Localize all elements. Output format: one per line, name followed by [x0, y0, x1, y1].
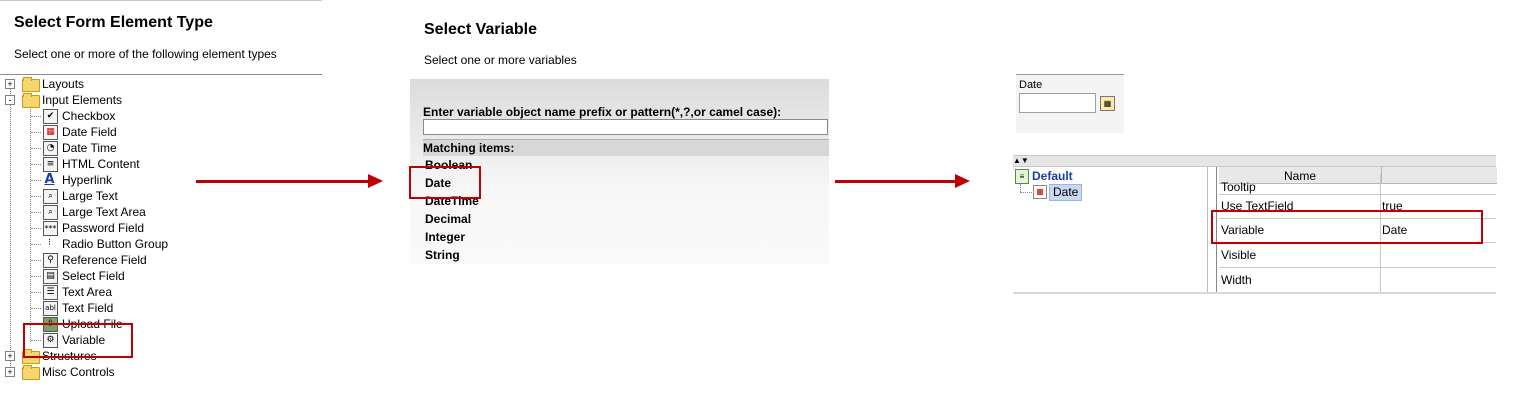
tree-item-date-time[interactable]: ◔ Date Time: [0, 140, 320, 156]
select-field-icon: ▤: [43, 269, 58, 284]
tree-folder-misc-controls[interactable]: + Misc Controls: [0, 364, 320, 380]
element-type-subtitle: Select one or more of the following elem…: [14, 47, 277, 61]
variable-property-highlight-box: [1211, 210, 1483, 244]
flow-arrow-line: [196, 180, 368, 183]
tree-item-label: Text Field: [62, 301, 114, 315]
matching-item-integer[interactable]: Integer: [425, 229, 465, 245]
element-type-title: Select Form Element Type: [14, 14, 213, 31]
select-variable-subtitle: Select one or more variables: [424, 53, 577, 67]
property-name: Visible: [1221, 248, 1257, 262]
date-field-icon: ▦: [43, 125, 58, 140]
matching-item-string[interactable]: String: [425, 247, 460, 263]
property-row-tooltip[interactable]: Tooltip: [1219, 174, 1496, 195]
tree-item-html-content[interactable]: ≡ HTML Content: [0, 156, 320, 172]
tree-item-text-area[interactable]: ☰ Text Area: [0, 284, 320, 300]
tree-root-default[interactable]: Default: [1032, 169, 1073, 183]
checkbox-icon: ✔: [43, 109, 58, 124]
tree-folder-input-elements[interactable]: - Input Elements: [0, 92, 320, 108]
hyperlink-icon: A: [44, 173, 55, 186]
date-time-icon: ◔: [43, 141, 58, 156]
tree-item-label: Hyperlink: [62, 173, 113, 187]
large-text-area-icon: ⌕: [43, 205, 58, 220]
html-content-icon: ≡: [43, 157, 58, 172]
matching-items-label: Matching items:: [423, 141, 515, 155]
prefix-label: Enter variable object name prefix or pat…: [423, 105, 782, 119]
tree-item-label: HTML Content: [62, 157, 140, 171]
tree-folder-layouts[interactable]: + Layouts: [0, 76, 320, 92]
tree-item-label: Date Time: [62, 141, 117, 155]
tree-item-label: Checkbox: [62, 109, 116, 123]
tree-item-label: Large Text Area: [62, 205, 146, 219]
property-name: Tooltip: [1221, 180, 1256, 194]
tree-item-reference-field[interactable]: ⚲ Reference Field: [0, 252, 320, 268]
reference-field-icon: ⚲: [43, 253, 58, 268]
password-field-icon: ***: [43, 221, 58, 236]
arrow-right-icon: [368, 174, 383, 188]
expand-icon[interactable]: +: [5, 367, 15, 377]
tree-item-password-field[interactable]: *** Password Field: [0, 220, 320, 236]
preview-date-input[interactable]: [1019, 93, 1096, 113]
collapse-icon[interactable]: -: [5, 95, 15, 105]
large-text-icon: ⌕: [43, 189, 58, 204]
tree-item-label: Radio Button Group: [62, 237, 169, 251]
matching-items-header: Matching items:: [423, 139, 829, 156]
tree-item-large-text[interactable]: ⌕ Large Text: [0, 188, 320, 204]
folder-icon: [22, 77, 40, 92]
property-row-visible[interactable]: Visible: [1219, 243, 1496, 268]
tree-node-date[interactable]: Date: [1049, 184, 1083, 201]
calendar-icon[interactable]: ▦: [1100, 96, 1115, 111]
radio-button-group-icon: ⁝: [48, 238, 51, 248]
tree-item-label: Large Text: [62, 189, 118, 203]
tree-item-label: Date Field: [62, 125, 117, 139]
tree-folder-label: Layouts: [42, 77, 85, 91]
form-icon: ≡: [1015, 169, 1029, 184]
folder-open-icon: [22, 93, 40, 108]
matching-item-decimal[interactable]: Decimal: [425, 211, 471, 227]
arrow-right-icon: [955, 174, 970, 188]
variable-highlight-box: [23, 323, 133, 358]
date-field-icon: ▦: [1033, 185, 1047, 199]
tree-item-large-text-area[interactable]: ⌕ Large Text Area: [0, 204, 320, 220]
panel-bottom-border: [1013, 292, 1496, 294]
tree-item-checkbox[interactable]: ✔ Checkbox: [0, 108, 320, 124]
tree-item-date-field[interactable]: ▦ Date Field: [0, 124, 320, 140]
element-type-header: [0, 0, 322, 75]
tree-item-text-field[interactable]: abl Text Field: [0, 300, 320, 316]
tree-item-label: Reference Field: [62, 253, 147, 267]
tree-item-label: Select Field: [62, 269, 125, 283]
tree-item-label: Password Field: [62, 221, 145, 235]
expand-icon[interactable]: +: [5, 79, 15, 89]
preview-date-label: Date: [1019, 79, 1043, 91]
date-highlight-box: [409, 166, 481, 199]
folder-icon: [22, 365, 40, 380]
tree-item-radio-button-group[interactable]: ⁝ Radio Button Group: [0, 236, 320, 252]
text-field-icon: abl: [43, 301, 58, 316]
tree-item-select-field[interactable]: ▤ Select Field: [0, 268, 320, 284]
text-area-icon: ☰: [43, 285, 58, 300]
tree-folder-label: Input Elements: [42, 93, 123, 107]
prefix-input[interactable]: [423, 119, 828, 135]
property-row-width[interactable]: Width: [1219, 268, 1496, 293]
splitter-bar[interactable]: ▲▼: [1013, 155, 1496, 167]
select-variable-title: Select Variable: [424, 21, 537, 38]
tree-item-label: Text Area: [62, 285, 113, 299]
expand-icon[interactable]: +: [5, 351, 15, 361]
splitter-arrows-icon[interactable]: ▲▼: [1013, 156, 1029, 165]
flow-arrow-line: [835, 180, 955, 183]
tree-folder-label: Misc Controls: [42, 365, 115, 379]
property-name: Width: [1221, 273, 1252, 287]
